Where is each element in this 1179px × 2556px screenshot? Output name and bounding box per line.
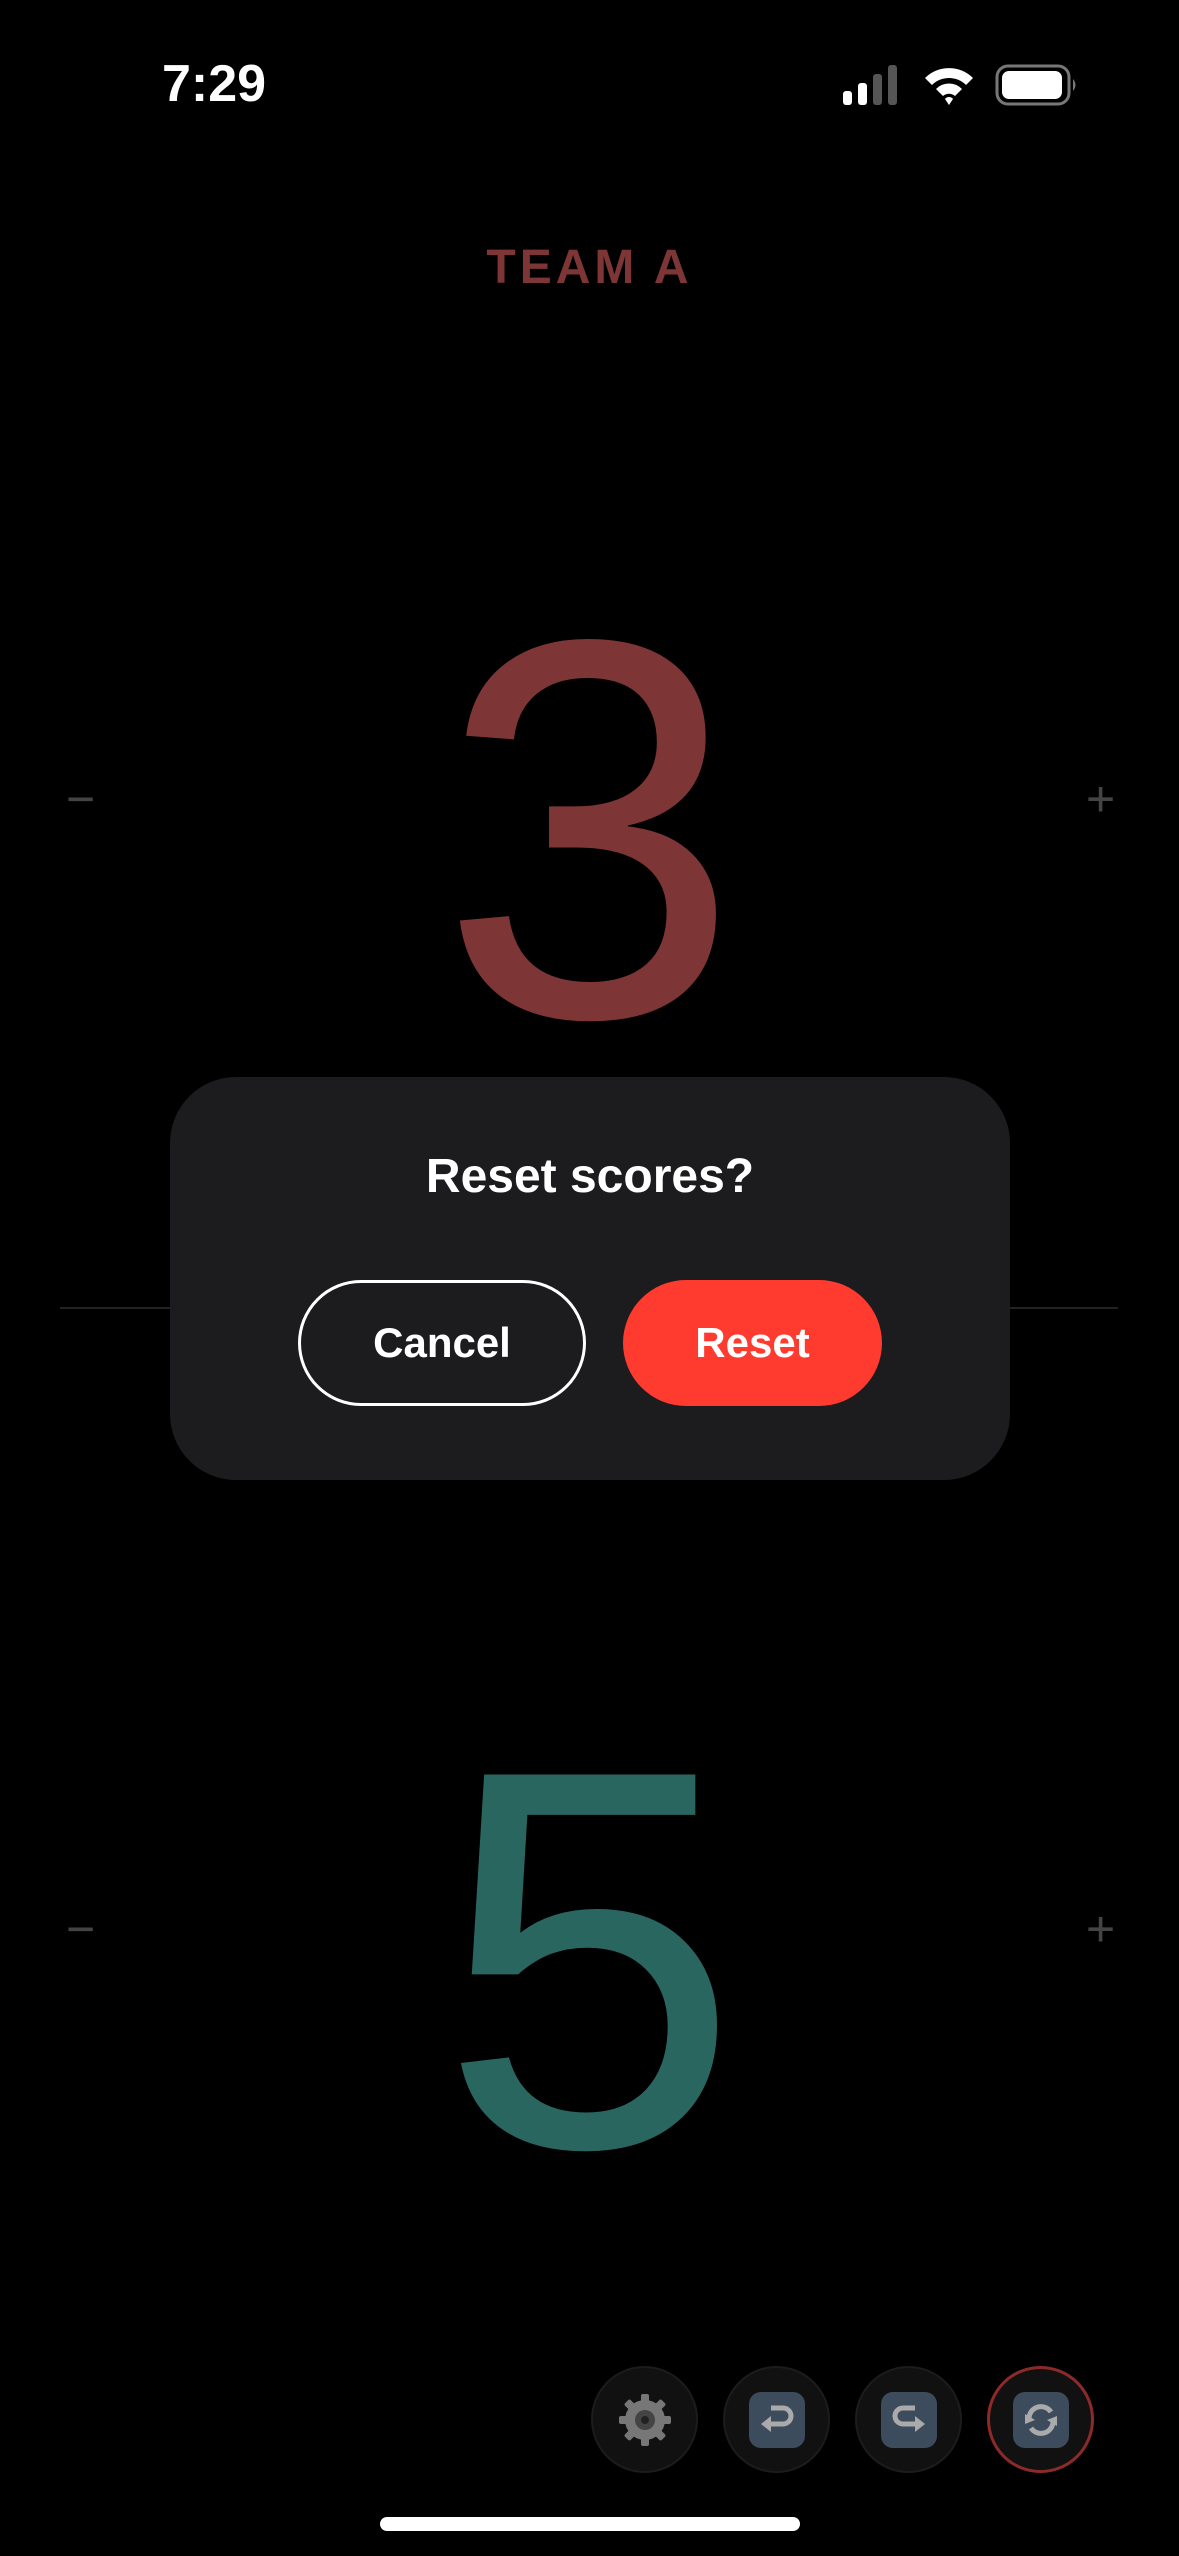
undo-button[interactable] xyxy=(723,2366,830,2473)
reset-button[interactable]: Reset xyxy=(623,1280,882,1406)
team-a-increment-button[interactable]: + xyxy=(1086,770,1115,828)
reset-dialog: Reset scores? Cancel Reset xyxy=(170,1077,1010,1480)
cellular-signal-icon xyxy=(843,65,897,105)
cancel-button[interactable]: Cancel xyxy=(298,1280,586,1406)
settings-button[interactable] xyxy=(591,2366,698,2473)
home-indicator[interactable] xyxy=(380,2517,800,2531)
undo-icon xyxy=(760,2405,793,2432)
reset-scores-button[interactable] xyxy=(987,2366,1094,2473)
team-b-increment-button[interactable]: + xyxy=(1086,1900,1115,1958)
redo-button[interactable] xyxy=(855,2366,962,2473)
battery-icon xyxy=(995,64,1076,106)
status-icons xyxy=(843,64,1079,106)
dialog-title: Reset scores? xyxy=(425,1150,755,1203)
team-a-decrement-button[interactable]: − xyxy=(66,770,95,828)
redo-icon xyxy=(892,2405,925,2432)
wifi-icon xyxy=(925,68,973,105)
reset-icon xyxy=(1024,2403,1057,2436)
team-a-score[interactable]: 3 xyxy=(0,560,1179,1100)
team-b-decrement-button[interactable]: − xyxy=(66,1900,95,1958)
team-a-label: TEAM A xyxy=(486,241,693,294)
gear-icon xyxy=(618,2393,671,2446)
team-b-score[interactable]: 5 xyxy=(0,1690,1179,2230)
status-time: 7:29 xyxy=(162,55,267,113)
